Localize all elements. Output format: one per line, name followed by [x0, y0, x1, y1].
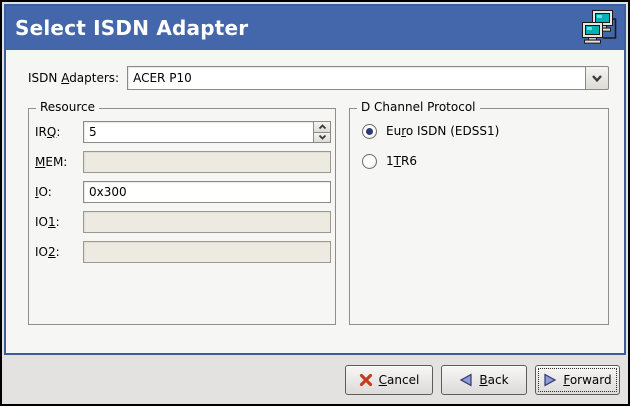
io-label: IO: — [35, 185, 83, 199]
spin-down-button[interactable] — [313, 132, 331, 144]
wizard-content: ISDN Adapters: ACER P10 Resource IRQ: — [6, 66, 624, 325]
mem-label: MEM: — [35, 155, 83, 169]
irq-row: IRQ: — [35, 121, 331, 143]
io2-input — [83, 241, 331, 263]
io-row: IO: — [35, 181, 331, 203]
d-channel-protocol-groupbox: D Channel Protocol Euro ISDN (EDSS1) 1TR… — [349, 108, 609, 325]
io2-row: IO2: — [35, 241, 331, 263]
isdn-adapter-selected-value[interactable]: ACER P10 — [127, 66, 586, 90]
back-label: Back — [479, 373, 508, 387]
isdn-adapters-label: ISDN Adapters: — [28, 71, 119, 85]
isdn-adapter-combobox[interactable]: ACER P10 — [127, 66, 609, 90]
mem-input — [83, 151, 331, 173]
forward-label: Forward — [563, 373, 611, 387]
chevron-up-icon — [318, 124, 327, 130]
radio-button-unselected-icon[interactable] — [362, 154, 377, 169]
d-channel-group-title: D Channel Protocol — [357, 100, 480, 114]
io1-row: IO1: — [35, 211, 331, 233]
combo-dropdown-button[interactable] — [585, 66, 609, 90]
titlebar: Select ISDN Adapter — [6, 6, 624, 50]
adapter-row: ISDN Adapters: ACER P10 — [28, 66, 609, 90]
arrow-right-icon — [543, 373, 557, 387]
irq-spin-buttons — [313, 121, 331, 143]
page-title: Select ISDN Adapter — [15, 16, 580, 40]
radio-euro-isdn[interactable]: Euro ISDN (EDSS1) — [358, 121, 600, 141]
io1-label: IO1: — [35, 215, 83, 229]
irq-spinbox — [83, 121, 331, 143]
radio-1tr6[interactable]: 1TR6 — [358, 151, 600, 171]
resource-group-title: Resource — [36, 100, 99, 114]
irq-input[interactable] — [83, 121, 314, 143]
chevron-down-icon — [591, 74, 603, 83]
cancel-label: Cancel — [379, 373, 420, 387]
mem-row: MEM: — [35, 151, 331, 173]
button-bar: Cancel Back Forward — [2, 355, 628, 404]
wizard-frame: Select ISDN Adapter — [4, 4, 626, 355]
group-row: Resource IRQ: — [28, 108, 609, 325]
radio-button-selected-icon[interactable] — [362, 124, 377, 139]
io2-label: IO2: — [35, 245, 83, 259]
networked-computers-icon — [580, 9, 618, 49]
chevron-down-icon — [318, 134, 327, 140]
tr6-label: 1TR6 — [386, 154, 417, 168]
select-isdn-adapter-dialog: Select ISDN Adapter — [0, 0, 630, 406]
forward-button[interactable]: Forward — [535, 365, 620, 395]
cancel-button[interactable]: Cancel — [345, 365, 433, 395]
back-button[interactable]: Back — [441, 365, 527, 395]
io-input[interactable] — [83, 181, 331, 203]
euro-isdn-label: Euro ISDN (EDSS1) — [386, 124, 499, 138]
resource-groupbox: Resource IRQ: — [28, 108, 336, 325]
cancel-x-icon — [359, 373, 373, 387]
irq-label: IRQ: — [35, 125, 83, 139]
io1-input — [83, 211, 331, 233]
arrow-left-icon — [459, 373, 473, 387]
